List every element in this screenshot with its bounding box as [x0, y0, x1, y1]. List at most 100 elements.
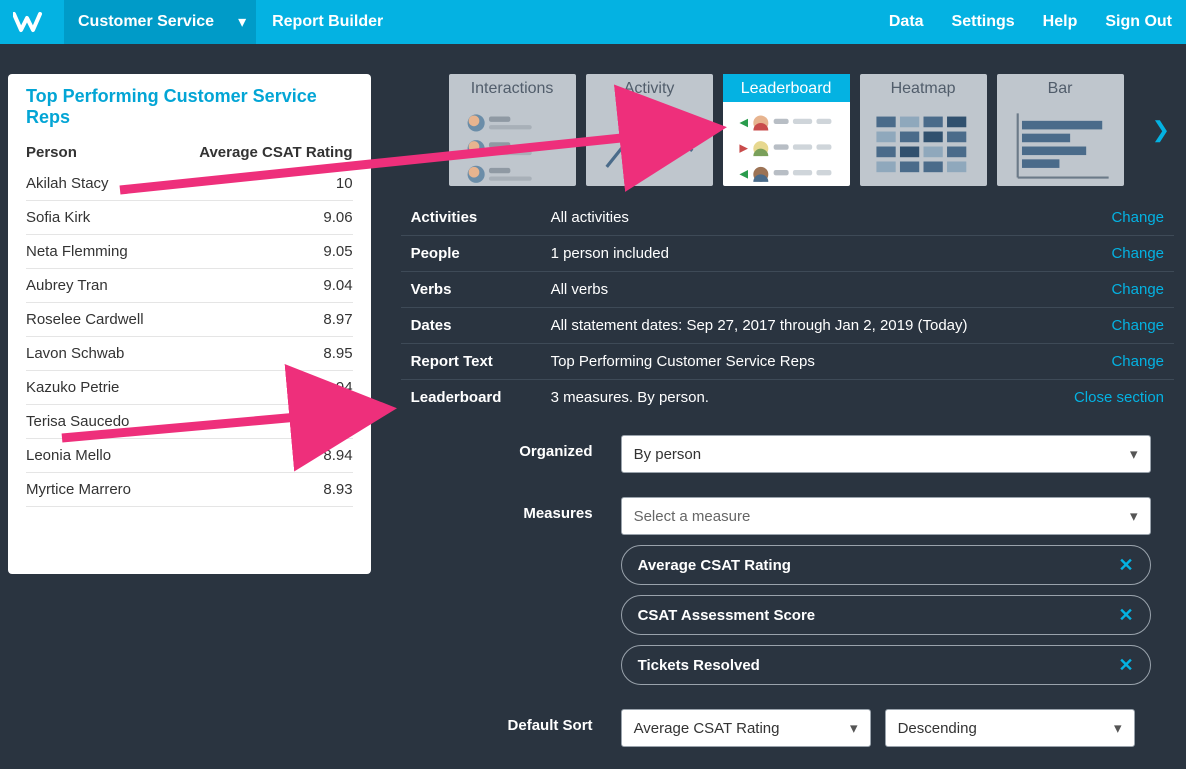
- config-value: 3 measures. By person.: [551, 389, 1074, 406]
- config-dates: Dates All statement dates: Sep 27, 2017 …: [401, 308, 1174, 344]
- person-rating: 8.94: [168, 439, 353, 473]
- leaderboard-form: Organized By person ▾ Measures Select a …: [401, 415, 1174, 759]
- report-preview-title: Top Performing Customer Service Reps: [26, 86, 353, 128]
- caret-icon: ▾: [1114, 719, 1122, 737]
- measures-label: Measures: [471, 497, 621, 522]
- sort-label: Default Sort: [471, 709, 621, 734]
- report-type-selector: Interactions Activity: [449, 74, 1174, 186]
- report-type-bar[interactable]: Bar: [997, 74, 1124, 186]
- measure-chip: Average CSAT Rating ✕: [621, 545, 1151, 585]
- config-label: Verbs: [411, 281, 551, 298]
- config-leaderboard: Leaderboard 3 measures. By person. Close…: [401, 380, 1174, 415]
- report-type-heatmap[interactable]: Heatmap: [860, 74, 987, 186]
- config-activities: Activities All activities Change: [401, 200, 1174, 236]
- card-title: Heatmap: [860, 74, 987, 102]
- person-rating: 8.97: [168, 303, 353, 337]
- change-button[interactable]: Change: [1111, 317, 1164, 334]
- config-value: 1 person included: [551, 245, 1112, 262]
- config-label: People: [411, 245, 551, 262]
- card-title: Interactions: [449, 74, 576, 102]
- topbar: Customer Service ▾ Report Builder Data S…: [0, 0, 1186, 44]
- config-label: Leaderboard: [411, 389, 551, 406]
- table-row: Leonia Mello8.94: [26, 439, 353, 473]
- sort-field-select[interactable]: Average CSAT Rating ▾: [621, 709, 871, 747]
- measures-placeholder: Select a measure: [634, 508, 751, 525]
- card-title: Bar: [997, 74, 1124, 102]
- organized-select-value: By person: [634, 446, 702, 463]
- sort-direction-select[interactable]: Descending ▾: [885, 709, 1135, 747]
- table-row: Myrtice Marrero8.93: [26, 473, 353, 507]
- chip-label: Average CSAT Rating: [638, 557, 791, 574]
- chip-label: CSAT Assessment Score: [638, 607, 816, 624]
- config-report-text: Report Text Top Performing Customer Serv…: [401, 344, 1174, 380]
- more-report-types-button[interactable]: ❯: [1134, 117, 1174, 143]
- config-value: All activities: [551, 209, 1112, 226]
- heatmap-thumb-icon: [860, 102, 987, 191]
- table-row: Sofia Kirk9.06: [26, 201, 353, 235]
- sort-direction-value: Descending: [898, 720, 977, 737]
- person-rating: 10: [168, 167, 353, 201]
- col-person: Person: [26, 138, 168, 167]
- report-config: Activities All activities Change People …: [401, 200, 1174, 415]
- nav-data[interactable]: Data: [875, 0, 938, 44]
- person-rating: 9.05: [168, 235, 353, 269]
- change-button[interactable]: Change: [1111, 209, 1164, 226]
- person-name: Kazuko Petrie: [26, 371, 168, 405]
- config-value: Top Performing Customer Service Reps: [551, 353, 1112, 370]
- remove-chip-button[interactable]: ✕: [1118, 655, 1133, 676]
- person-name: Terisa Saucedo: [26, 405, 168, 439]
- person-name: Lavon Schwab: [26, 337, 168, 371]
- person-name: Akilah Stacy: [26, 167, 168, 201]
- leaderboard-table: Person Average CSAT Rating Akilah Stacy1…: [26, 138, 353, 507]
- caret-icon: ▾: [850, 719, 858, 737]
- activity-thumb-icon: [586, 102, 713, 191]
- person-name: Sofia Kirk: [26, 201, 168, 235]
- app-logo[interactable]: [0, 0, 64, 44]
- config-verbs: Verbs All verbs Change: [401, 272, 1174, 308]
- table-row: Akilah Stacy10: [26, 167, 353, 201]
- bar-thumb-icon: [997, 102, 1124, 191]
- workspace-selector[interactable]: Customer Service: [64, 0, 228, 44]
- nav-settings[interactable]: Settings: [938, 0, 1029, 44]
- card-title: Activity: [586, 74, 713, 102]
- interactions-thumb-icon: [449, 102, 576, 191]
- table-row: Kazuko Petrie8.94: [26, 371, 353, 405]
- report-preview-panel: Top Performing Customer Service Reps Per…: [8, 74, 371, 574]
- nav-signout[interactable]: Sign Out: [1091, 0, 1186, 44]
- person-rating: 8.93: [168, 473, 353, 507]
- workspace-caret-icon[interactable]: ▾: [228, 0, 256, 44]
- person-name: Aubrey Tran: [26, 269, 168, 303]
- config-label: Report Text: [411, 353, 551, 370]
- config-value: All verbs: [551, 281, 1112, 298]
- config-label: Dates: [411, 317, 551, 334]
- remove-chip-button[interactable]: ✕: [1118, 605, 1133, 626]
- person-rating: 9.06: [168, 201, 353, 235]
- organized-select[interactable]: By person ▾: [621, 435, 1151, 473]
- close-section-button[interactable]: Close section: [1074, 389, 1164, 406]
- breadcrumb: Report Builder: [256, 0, 399, 44]
- remove-chip-button[interactable]: ✕: [1118, 555, 1133, 576]
- config-value: All statement dates: Sep 27, 2017 throug…: [551, 317, 1112, 334]
- person-rating: 8.95: [168, 337, 353, 371]
- change-button[interactable]: Change: [1111, 281, 1164, 298]
- measure-chip: CSAT Assessment Score ✕: [621, 595, 1151, 635]
- leaderboard-thumb-icon: [723, 102, 850, 191]
- sort-field-value: Average CSAT Rating: [634, 720, 780, 737]
- config-label: Activities: [411, 209, 551, 226]
- report-type-interactions[interactable]: Interactions: [449, 74, 576, 186]
- report-type-leaderboard[interactable]: Leaderboard: [723, 74, 850, 186]
- caret-icon: ▾: [1130, 445, 1138, 463]
- table-row: Neta Flemming9.05: [26, 235, 353, 269]
- chip-label: Tickets Resolved: [638, 657, 760, 674]
- caret-icon: ▾: [1130, 507, 1138, 525]
- person-rating: 8.94: [168, 371, 353, 405]
- person-name: Neta Flemming: [26, 235, 168, 269]
- table-row: Roselee Cardwell8.97: [26, 303, 353, 337]
- change-button[interactable]: Change: [1111, 245, 1164, 262]
- change-button[interactable]: Change: [1111, 353, 1164, 370]
- report-type-activity[interactable]: Activity: [586, 74, 713, 186]
- person-name: Myrtice Marrero: [26, 473, 168, 507]
- measures-select[interactable]: Select a measure ▾: [621, 497, 1151, 535]
- table-row: Terisa Saucedo8.94: [26, 405, 353, 439]
- nav-help[interactable]: Help: [1029, 0, 1092, 44]
